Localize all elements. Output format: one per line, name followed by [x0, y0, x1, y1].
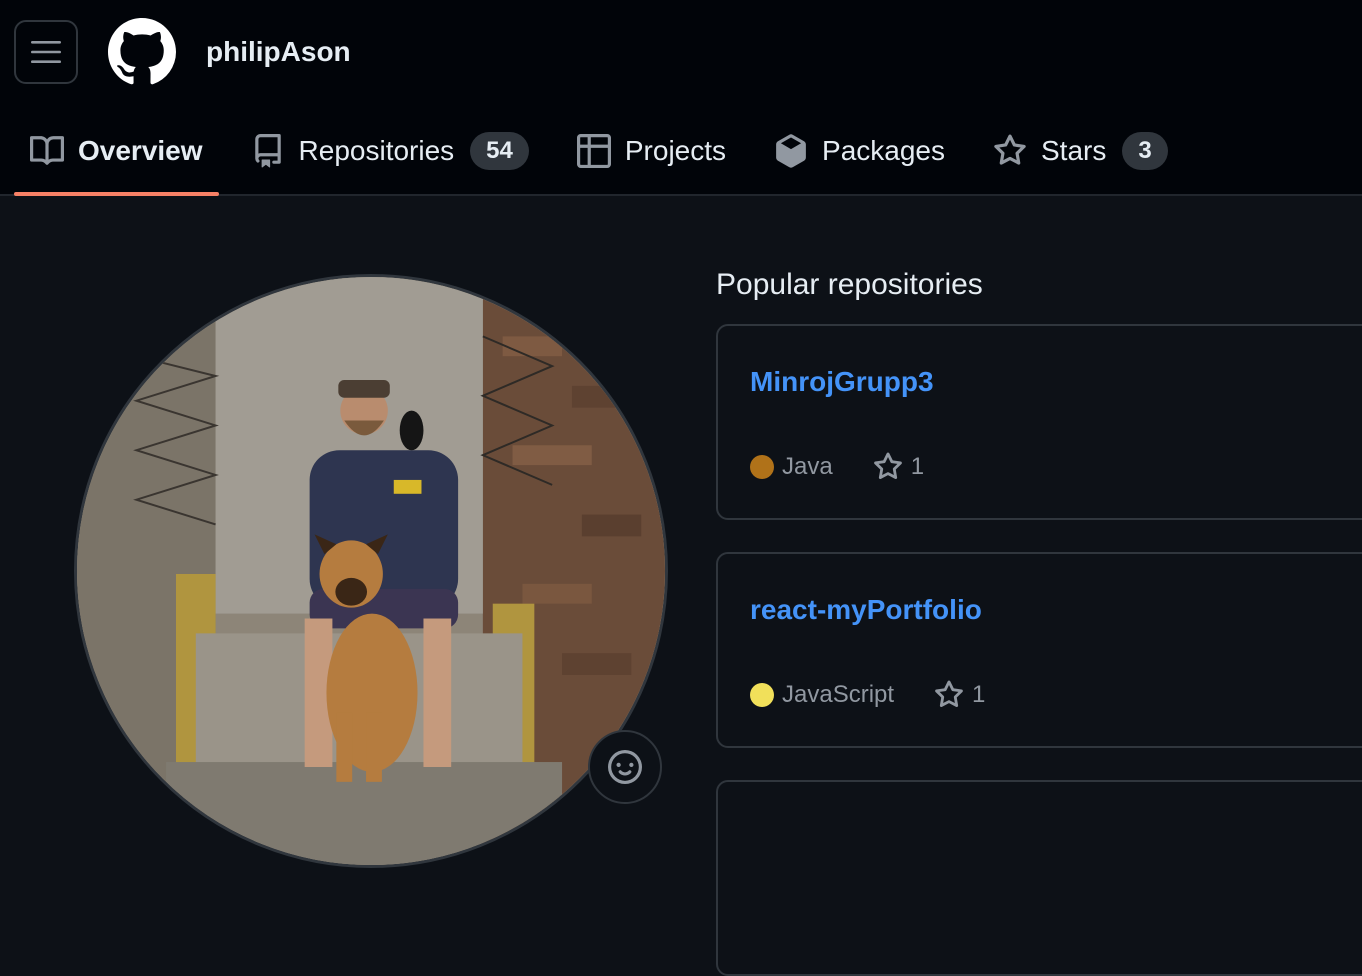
stars-count-badge: 3 [1122, 132, 1168, 170]
language-color-dot [750, 455, 774, 479]
repo-star-count[interactable]: 1 [972, 681, 985, 709]
tab-projects-label: Projects [624, 135, 727, 166]
repo-link[interactable]: react-myPortfolio [750, 592, 982, 628]
popular-repositories-heading: Popular repositories [716, 268, 983, 301]
star-icon[interactable] [934, 680, 964, 710]
tab-repositories[interactable]: Repositories 54 [235, 108, 545, 194]
table-icon [576, 134, 611, 168]
package-icon [776, 134, 806, 168]
profile-avatar[interactable] [74, 274, 668, 868]
github-octocat-icon[interactable] [108, 18, 176, 86]
tab-packages[interactable]: Packages [758, 108, 961, 194]
repo-language: JavaScript [782, 681, 895, 708]
star-icon [994, 134, 1026, 165]
tab-projects[interactable]: Projects [561, 108, 742, 194]
avatar-photo [77, 277, 665, 865]
profile-username[interactable]: philipAson [206, 34, 351, 70]
hamburger-icon [31, 41, 61, 63]
repo-meta: Java 1 [750, 452, 924, 482]
star-icon[interactable] [873, 452, 903, 482]
repo-link[interactable]: MinrojGrupp3 [750, 364, 934, 400]
tab-stars[interactable]: Stars 3 [977, 108, 1184, 194]
tab-overview[interactable]: Overview [14, 108, 219, 196]
profile-tabs: Overview Repositories 54 Projects Packag… [14, 108, 1200, 196]
repo-card: react-myPortfolio JavaScript 1 [716, 552, 1362, 748]
top-header: philipAson Overview Repositories 54 Proj… [0, 0, 1362, 196]
repositories-count-badge: 54 [470, 132, 529, 170]
repo-card [716, 780, 1362, 976]
menu-button[interactable] [14, 20, 78, 84]
set-status-button[interactable] [588, 730, 662, 804]
tab-repositories-label: Repositories [298, 135, 455, 166]
language-color-dot [750, 683, 774, 707]
repo-card: MinrojGrupp3 Java 1 [716, 324, 1362, 520]
repo-star-count[interactable]: 1 [911, 453, 924, 481]
tab-packages-label: Packages [822, 135, 945, 166]
repo-icon [254, 134, 281, 168]
tab-stars-label: Stars [1041, 135, 1107, 166]
smiley-icon [608, 750, 642, 784]
repo-language: Java [782, 453, 833, 480]
repo-meta: JavaScript 1 [750, 680, 985, 710]
tab-overview-label: Overview [78, 135, 203, 166]
book-icon [30, 136, 64, 165]
